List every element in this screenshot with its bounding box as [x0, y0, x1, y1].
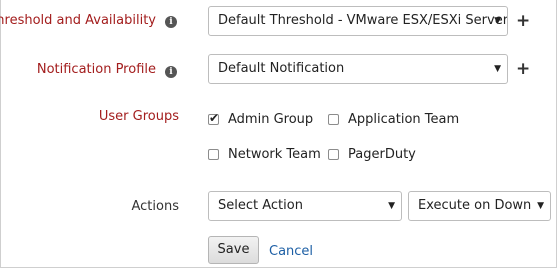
execute-select-value: Execute on Down [418, 198, 532, 213]
threshold-select-value: Default Threshold - VMware ESX/ESXi Serv… [218, 13, 508, 28]
checkbox-label: PagerDuty [348, 147, 416, 162]
action-select[interactable]: Select Action ▼ [208, 191, 402, 221]
notification-select[interactable]: Default Notification ▼ [208, 54, 508, 84]
threshold-label: Threshold and Availability [0, 13, 156, 28]
threshold-info-icon[interactable]: i [165, 16, 177, 28]
actions-label: Actions [131, 199, 180, 214]
user-groups-label: User Groups [98, 109, 179, 124]
threshold-select[interactable]: Default Threshold - VMware ESX/ESXi Serv… [208, 6, 508, 36]
chevron-down-icon: ▼ [388, 201, 395, 211]
chevron-down-icon: ▼ [494, 16, 501, 26]
notification-label: Notification Profile [36, 62, 156, 77]
notification-select-value: Default Notification [218, 61, 345, 76]
checkbox-label: Application Team [348, 112, 460, 127]
notification-info-icon[interactable]: i [165, 66, 177, 78]
checkbox[interactable] [328, 114, 339, 125]
add-threshold-icon[interactable]: + [516, 13, 530, 30]
chevron-down-icon: ▼ [537, 201, 544, 211]
checkbox-label: Admin Group [228, 112, 314, 127]
action-select-value: Select Action [218, 198, 303, 213]
save-button[interactable]: Save [208, 236, 259, 264]
check-icon: ✔ [209, 111, 220, 125]
checkbox[interactable] [328, 149, 339, 160]
cancel-link[interactable]: Cancel [269, 244, 313, 259]
checkbox-label: Network Team [228, 147, 321, 162]
form-panel [0, 0, 557, 268]
checkbox[interactable]: ✔ [208, 111, 220, 125]
chevron-down-icon: ▼ [494, 64, 501, 74]
add-notification-icon[interactable]: + [516, 61, 530, 78]
execute-select[interactable]: Execute on Down ▼ [408, 191, 551, 221]
checkbox[interactable] [208, 149, 219, 160]
